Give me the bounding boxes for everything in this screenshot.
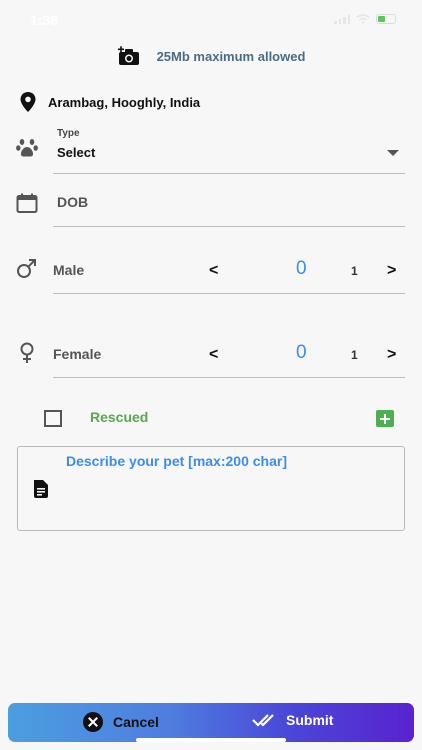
rescued-row: Rescued [44, 408, 394, 430]
female-increment-button[interactable]: > [387, 346, 396, 364]
action-bar: Cancel Submit [8, 703, 414, 742]
rescued-label: Rescued [90, 409, 149, 425]
chevron-down-icon[interactable] [387, 150, 399, 156]
submit-button[interactable]: Submit [252, 712, 333, 728]
status-icons [334, 14, 396, 24]
male-decrement-button[interactable]: < [209, 262, 218, 280]
cancel-label: Cancel [113, 714, 159, 730]
rescued-checkbox[interactable] [44, 410, 62, 427]
male-counter: Male < 0 1 > [53, 248, 405, 294]
description-placeholder: Describe your pet [max:200 char] [66, 453, 287, 469]
male-increment-button[interactable]: > [387, 262, 396, 280]
close-icon [83, 712, 103, 732]
male-icon [17, 259, 36, 278]
male-label: Male [53, 262, 85, 278]
dob-placeholder: DOB [57, 194, 89, 210]
status-time: 1:38 [30, 12, 59, 28]
location-row[interactable]: Arambag, Hooghly, India [20, 92, 200, 112]
battery-icon [376, 14, 396, 24]
calendar-icon [16, 193, 38, 213]
female-count: 0 [296, 342, 307, 363]
location-pin-icon [20, 92, 36, 112]
home-indicator [136, 738, 286, 742]
double-check-icon [252, 714, 274, 727]
cancel-button[interactable]: Cancel [83, 712, 159, 732]
document-icon [34, 480, 48, 498]
wifi-icon [356, 14, 370, 24]
location-text: Arambag, Hooghly, India [48, 94, 201, 110]
description-textarea[interactable]: Describe your pet [max:200 char] [17, 446, 405, 531]
female-step: 1 [351, 348, 358, 362]
add-camera-icon[interactable] [117, 46, 141, 66]
type-value: Select [57, 145, 96, 160]
male-step: 1 [351, 264, 358, 278]
upload-limit-text: 25Mb maximum allowed [156, 48, 306, 64]
female-counter: Female < 0 1 > [53, 332, 405, 378]
paw-icon [16, 139, 38, 157]
dob-field[interactable]: DOB [53, 186, 405, 227]
signal-icon [334, 14, 350, 24]
photo-upload-row[interactable]: 25Mb maximum allowed [0, 42, 422, 70]
female-decrement-button[interactable]: < [209, 346, 218, 364]
add-icon[interactable] [376, 410, 394, 427]
female-label: Female [53, 346, 102, 362]
type-label: Type [57, 128, 80, 139]
type-dropdown[interactable]: Type Select [53, 126, 405, 174]
female-icon [20, 342, 34, 363]
status-bar: 1:38 [0, 0, 422, 40]
submit-label: Submit [286, 712, 334, 728]
male-count: 0 [296, 258, 307, 279]
